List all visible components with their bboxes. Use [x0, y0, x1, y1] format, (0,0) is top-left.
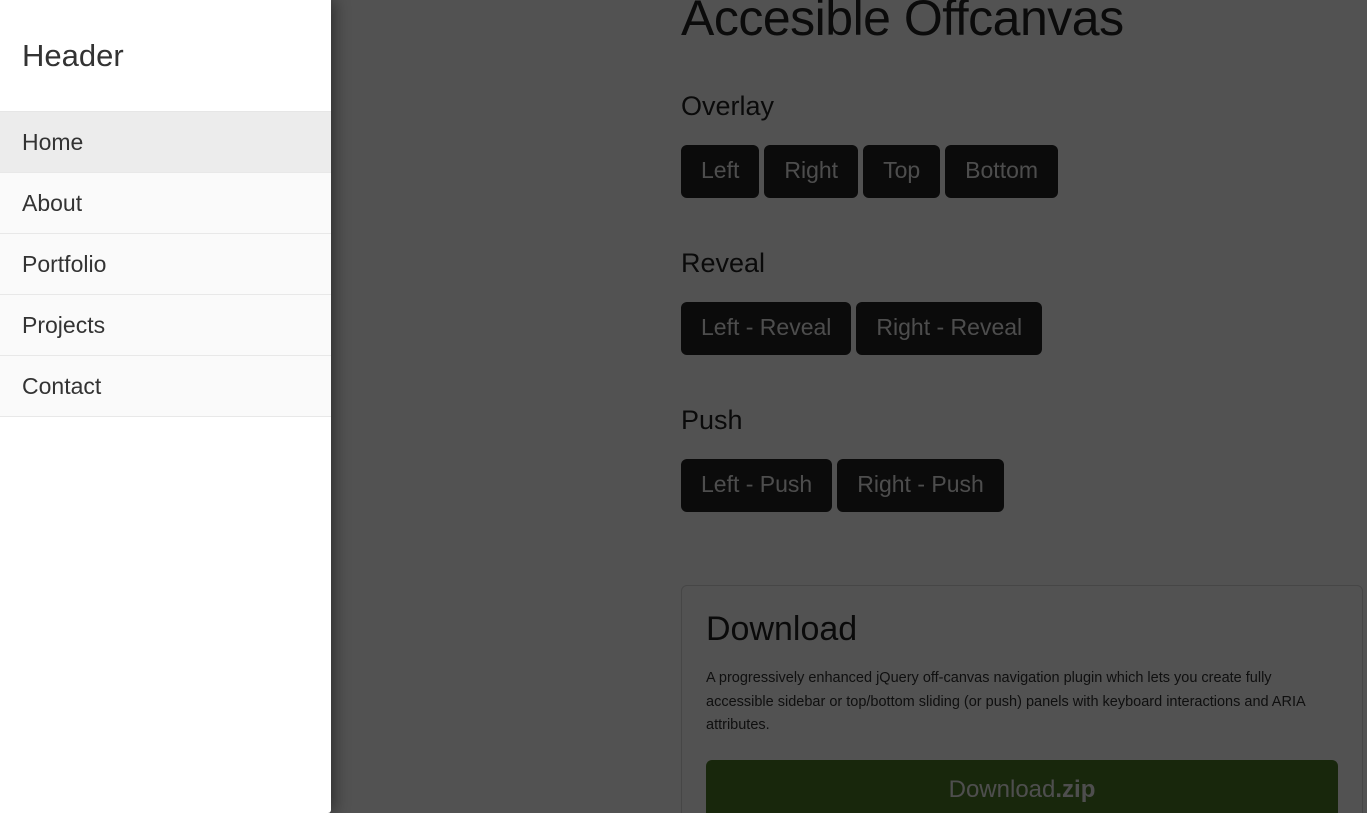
list-item: Home — [0, 112, 331, 173]
list-item: Contact — [0, 356, 331, 417]
offcanvas-header: Header — [0, 0, 331, 112]
sidebar-item-home[interactable]: Home — [0, 112, 331, 173]
sidebar-item-portfolio[interactable]: Portfolio — [0, 234, 331, 295]
list-item: Portfolio — [0, 234, 331, 295]
sidebar-item-about[interactable]: About — [0, 173, 331, 234]
offcanvas-sidebar-panel: Header Home About Portfolio Projects Con… — [0, 0, 331, 813]
sidebar-item-projects[interactable]: Projects — [0, 295, 331, 356]
offcanvas-nav: Home About Portfolio Projects Contact — [0, 112, 331, 417]
sidebar-item-contact[interactable]: Contact — [0, 356, 331, 417]
list-item: About — [0, 173, 331, 234]
offcanvas-header-title: Header — [22, 38, 124, 73]
list-item: Projects — [0, 295, 331, 356]
offcanvas-nav-list: Home About Portfolio Projects Contact — [0, 112, 331, 417]
browser-viewport: Accesible Offcanvas Overlay Left Right T… — [0, 0, 1367, 813]
